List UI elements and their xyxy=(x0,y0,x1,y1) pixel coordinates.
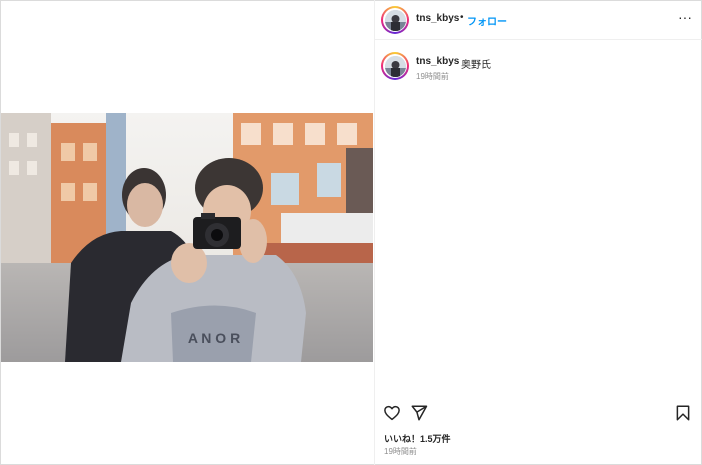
post-timestamp[interactable]: 19時間前 xyxy=(384,446,417,457)
post-actions-bar xyxy=(375,398,702,426)
post-side-panel: tns_kbys • フォロー ··· tns_kbys 奥野氏 19時間前 い… xyxy=(375,0,702,465)
caption-timestamp[interactable]: 19時間前 xyxy=(416,71,449,82)
caption-avatar[interactable] xyxy=(381,52,409,80)
photo-image: A N O R xyxy=(1,113,373,362)
svg-text:A N O R: A N O R xyxy=(188,330,240,346)
avatar[interactable] xyxy=(381,6,409,34)
post-photo[interactable]: A N O R xyxy=(1,113,373,362)
avatar-image xyxy=(384,9,406,31)
post-media-area: A N O R xyxy=(1,1,374,464)
likes-count[interactable]: いいね！1.5万件 xyxy=(384,432,451,445)
paper-plane-icon[interactable] xyxy=(410,404,428,422)
header-separator: • xyxy=(460,12,464,23)
caption-username[interactable]: tns_kbys xyxy=(416,56,459,67)
heart-icon[interactable] xyxy=(383,404,401,422)
caption-avatar-image xyxy=(384,55,406,77)
post-header: tns_kbys • フォロー ··· xyxy=(375,0,702,40)
bookmark-icon[interactable] xyxy=(674,404,692,422)
caption-text: 奥野氏 xyxy=(461,60,491,71)
more-horizontal-icon[interactable]: ··· xyxy=(678,9,692,25)
header-username[interactable]: tns_kbys xyxy=(416,13,459,24)
follow-button[interactable]: フォロー xyxy=(467,13,507,28)
